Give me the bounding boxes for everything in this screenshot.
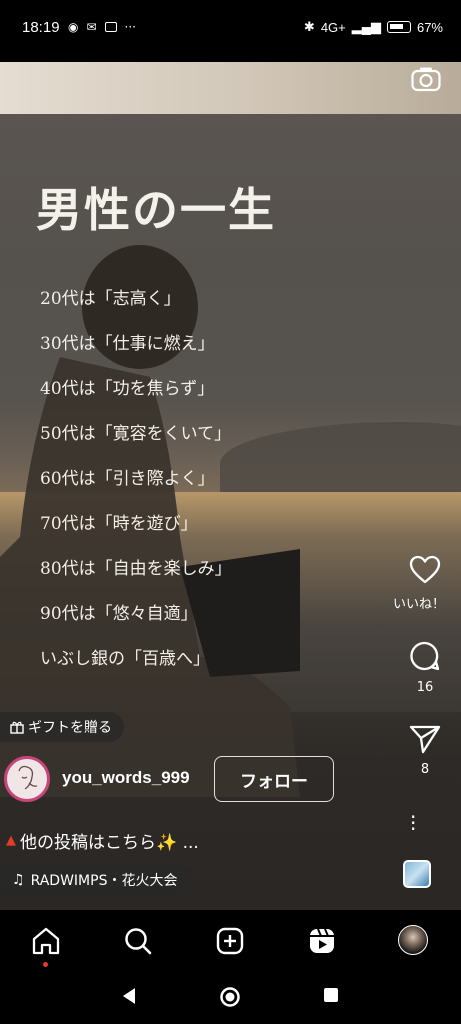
post-line: 70代は「時を遊び」 xyxy=(40,514,198,534)
post-line: 90代は「悠々自適」 xyxy=(40,604,198,624)
signal-icon: ▂▄▆ xyxy=(351,19,381,34)
comment-count: 16 xyxy=(416,680,434,695)
mail-icon: ✉ xyxy=(86,20,97,34)
camera-icon[interactable] xyxy=(411,66,441,92)
nav-home[interactable] xyxy=(30,925,62,967)
music-label: RADWIMPS・花火大会 xyxy=(30,873,178,889)
music-note-icon: ♫ xyxy=(12,872,25,888)
recents-icon[interactable] xyxy=(322,986,340,1004)
system-navigation xyxy=(0,972,461,1024)
home-active-dot xyxy=(43,962,48,967)
username[interactable]: you_words_999 xyxy=(62,768,190,788)
reels-icon[interactable] xyxy=(306,925,338,957)
nav-reels[interactable] xyxy=(306,925,338,957)
network-type: 4G+ xyxy=(320,19,346,35)
share-count: 8 xyxy=(420,762,430,777)
post-line: 30代は「仕事に燃え」 xyxy=(40,334,215,354)
back-icon[interactable] xyxy=(120,986,140,1006)
audio-thumbnail[interactable] xyxy=(403,860,431,888)
comment-action[interactable]: 16 xyxy=(389,640,461,695)
comment-icon[interactable] xyxy=(409,640,441,672)
heart-icon[interactable] xyxy=(409,555,441,585)
author-avatar[interactable] xyxy=(4,756,50,802)
bluetooth-icon: ✱ xyxy=(303,19,315,34)
post-title: 男性の一生 xyxy=(36,183,276,237)
avatar-drawing xyxy=(18,765,38,790)
system-icons: ✱ 4G+ ▂▄▆ 67% xyxy=(304,19,443,35)
gift-icon xyxy=(10,721,24,734)
gift-button[interactable]: ギフトを贈る xyxy=(0,712,124,742)
like-action[interactable]: いいね！ xyxy=(389,555,461,612)
notification-icons: ◉ ✉ ··· xyxy=(68,20,136,34)
home-icon[interactable] xyxy=(30,925,62,957)
profile-avatar[interactable] xyxy=(398,925,428,955)
nav-search[interactable] xyxy=(122,925,154,957)
home-button-icon[interactable] xyxy=(219,986,241,1008)
caption-text[interactable]: 他の投稿はこちら✨ ... xyxy=(20,828,199,853)
status-bar: 18:19 ◉ ✉ ··· ✱ 4G+ ▂▄▆ 67% xyxy=(0,0,461,62)
post-lines: 20代は「志高く」 30代は「仕事に燃え」 40代は「功を焦らず」 50代は「寛… xyxy=(40,288,232,693)
red-triangle-icon: ▲ xyxy=(6,833,16,848)
nav-create[interactable] xyxy=(214,925,246,957)
gift-label: ギフトを贈る xyxy=(28,720,112,736)
calendar-icon xyxy=(104,22,117,32)
app-notification-icon: ◉ xyxy=(68,20,79,34)
create-icon[interactable] xyxy=(214,925,246,957)
post-line: 20代は「志高く」 xyxy=(40,289,181,309)
battery-icon xyxy=(386,21,411,33)
author-row: you_words_999 フォロー xyxy=(0,754,340,806)
post-line: 40代は「功を焦らず」 xyxy=(40,379,215,399)
post-line: いぶし銀の「百歳へ」 xyxy=(40,649,210,669)
bottom-nav xyxy=(0,910,461,972)
like-label: いいね！ xyxy=(392,597,445,612)
reel-video[interactable]: 男性の一生 20代は「志高く」 30代は「仕事に燃え」 40代は「功を焦らず」 … xyxy=(0,62,461,910)
follow-button[interactable]: フォロー xyxy=(214,756,334,802)
more-notifications-icon: ··· xyxy=(124,20,136,34)
paper-plane-icon[interactable] xyxy=(409,724,441,754)
music-chip[interactable]: ♫ RADWIMPS・花火大会 xyxy=(0,865,194,895)
post-line: 80代は「自由を楽しみ」 xyxy=(40,559,232,579)
search-icon[interactable] xyxy=(122,925,154,957)
post-line: 60代は「引き際よく」 xyxy=(40,469,215,489)
share-action[interactable]: 8 xyxy=(389,724,461,777)
battery-percent: 67% xyxy=(416,19,443,35)
status-time: 18:19 xyxy=(22,19,60,36)
more-vertical-icon[interactable]: · · · xyxy=(410,807,416,839)
caption[interactable]: ▲ 他の投稿はこちら✨ ... xyxy=(6,828,199,853)
nav-profile[interactable] xyxy=(398,925,430,957)
post-line: 50代は「寛容をくいて」 xyxy=(40,424,232,444)
background-sky xyxy=(0,62,461,114)
